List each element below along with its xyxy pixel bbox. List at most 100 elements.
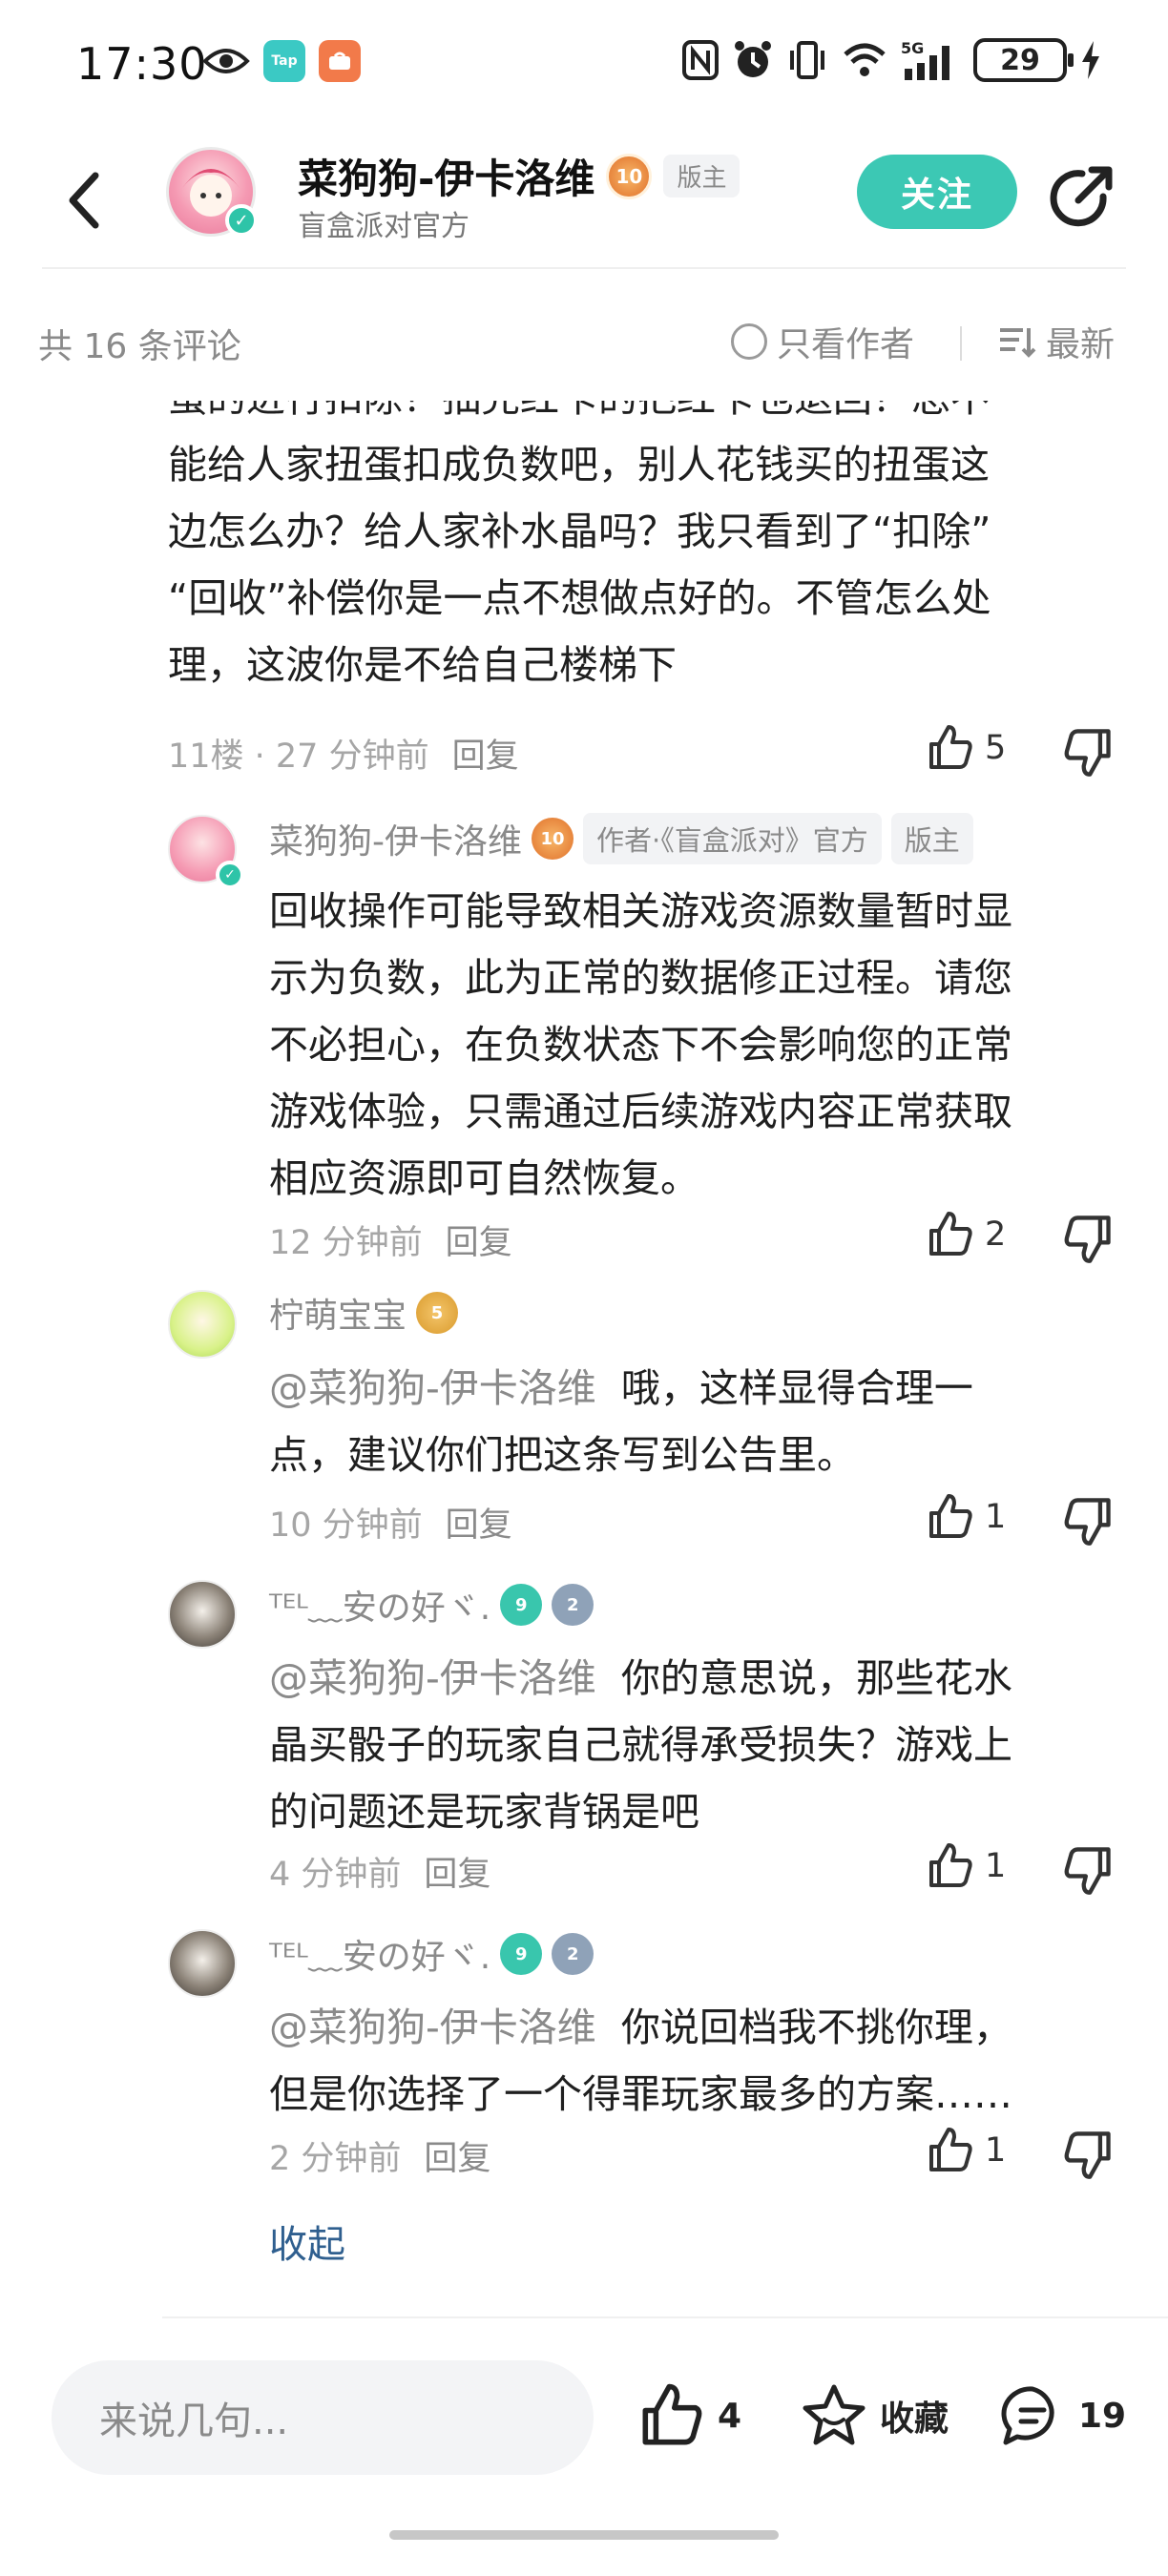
share-icon [1050, 166, 1113, 227]
post-like-button[interactable]: 4 [637, 2381, 741, 2450]
comment-line: “回收”补偿你是一点不想做点好的。不管怎么处 [168, 575, 991, 621]
reply-author-name[interactable]: ᵀᴱᴸ﹏安の好ヾ. [269, 1580, 490, 1630]
reply-line: 但是你选择了一个得罪玩家最多的方案…… [269, 2071, 1012, 2117]
reply-line: 点，建议你们把这条写到公告里。 [269, 1432, 856, 1478]
battery-indicator: 29 [973, 38, 1074, 82]
reply-text: 回收操作可能导致相关游戏资源数量暂时显 示为负数，此为正常的数据修正过程。请您 … [269, 878, 1118, 1212]
reply-avatar[interactable] [168, 1929, 237, 1998]
thumbs-up-icon [929, 1843, 972, 1887]
reply-meta: 12 分钟前 回复 [269, 1215, 512, 1264]
dislike-button[interactable] [1061, 1494, 1115, 1548]
like-count: 1 [985, 1498, 1007, 1536]
reply-meta: 4 分钟前 回复 [269, 1847, 490, 1896]
comment-line: 理，这波你是不给自己楼梯下 [168, 642, 677, 688]
reply-line: 相应资源即可自然恢复。 [269, 1155, 699, 1201]
reply-avatar[interactable] [168, 1290, 237, 1359]
dislike-button[interactable] [1061, 1212, 1115, 1265]
author-name[interactable]: 菜狗狗-伊卡洛维 [298, 147, 594, 205]
star-icon [803, 2384, 866, 2445]
reply-button[interactable]: 回复 [446, 1215, 512, 1264]
reply-header: 菜狗狗-伊卡洛维 10 作者·《盲盒派对》官方 版主 [269, 813, 973, 864]
status-time: 17:30 [76, 38, 208, 90]
reply-button[interactable]: 回复 [424, 1847, 490, 1896]
back-button[interactable] [55, 162, 113, 239]
dislike-button[interactable] [1061, 2128, 1115, 2181]
bottom-divider [162, 2316, 1168, 2318]
alarm-icon [735, 41, 771, 77]
reply-line: 晶买骰子的玩家自己就得承受损失？游戏上 [269, 1722, 1012, 1768]
level-badge: 5 [416, 1292, 459, 1334]
secondary-level-badge: 2 [552, 1584, 594, 1626]
follow-button[interactable]: 关注 [857, 155, 1017, 229]
like-button[interactable]: 1 [926, 1841, 1006, 1891]
reply-button[interactable]: 回复 [446, 1498, 512, 1547]
mention-link[interactable]: @菜狗狗-伊卡洛维 [269, 1365, 596, 1411]
comment-input[interactable]: 来说几句... [52, 2360, 594, 2475]
header-divider [42, 267, 1126, 269]
eye-icon [202, 49, 250, 73]
reply-author-name[interactable]: 菜狗狗-伊卡洛维 [269, 814, 522, 863]
shopping-app-icon [319, 40, 361, 82]
reply-header: ᵀᴱᴸ﹏安の好ヾ. 9 2 [269, 1580, 594, 1630]
comment-line: 蛋的进行扣除？抽完红卡的把红卡也退回？总不 [168, 401, 1113, 431]
reply-line: 你的意思说，那些花水 [620, 1655, 1012, 1701]
reply-line: 哦，这样显得合理一 [620, 1365, 973, 1411]
dislike-button[interactable] [1061, 1843, 1115, 1897]
like-button[interactable]: 2 [926, 1210, 1006, 1259]
sort-button[interactable]: 最新 [998, 317, 1115, 366]
share-button[interactable] [1050, 160, 1118, 229]
reply-avatar[interactable] [168, 1580, 237, 1649]
dislike-button[interactable] [1061, 725, 1115, 779]
reply-time: 12 分钟前 [269, 1224, 423, 1262]
role-tag: 版主 [663, 155, 740, 197]
like-button[interactable]: 5 [926, 723, 1006, 773]
reply-author-name[interactable]: 柠萌宝宝 [269, 1288, 407, 1338]
like-count: 5 [985, 729, 1007, 767]
thumbs-up-icon [929, 725, 972, 769]
reply-line: 不必担心，在负数状态下不会影响您的正常 [269, 1022, 1012, 1068]
mention-link[interactable]: @菜狗狗-伊卡洛维 [269, 1655, 596, 1701]
post-header: ✓ 菜狗狗-伊卡洛维 10 版主 盲盒派对官方 关注 [0, 134, 1168, 267]
bottom-action-bar: 来说几句... 4 收藏 19 [0, 2328, 1168, 2519]
collapse-replies-link[interactable]: 收起 [269, 2213, 345, 2269]
like-count: 1 [985, 1847, 1007, 1885]
favorite-label: 收藏 [880, 2399, 949, 2439]
sort-icon [1000, 328, 1036, 358]
role-tag: 版主 [890, 813, 973, 864]
status-bar: 17:30 Tap 5G 29 [0, 0, 1168, 134]
filter-divider [960, 326, 962, 361]
comment-count: 19 [1078, 2396, 1127, 2436]
reply-meta: 2 分钟前 回复 [269, 2131, 490, 2180]
like-button[interactable]: 1 [926, 1492, 1006, 1542]
reply-text: @菜狗狗-伊卡洛维 你说回档我不挑你理， 但是你选择了一个得罪玩家最多的方案…… [269, 1994, 1118, 2128]
comment-line: 边怎么办？给人家补水晶吗？我只看到了“扣除” [168, 509, 991, 554]
comments-button[interactable]: 19 [998, 2381, 1126, 2450]
reply-time: 2 分钟前 [269, 2140, 402, 2178]
wifi-icon [844, 43, 886, 76]
mention-link[interactable]: @菜狗狗-伊卡洛维 [269, 2005, 596, 2050]
post-like-count: 4 [718, 2396, 742, 2436]
main-comment-text: 蛋的进行扣除？抽完红卡的把红卡也退回？总不 能给人家扭蛋扣成负数吧，别人花钱买的… [168, 401, 1113, 698]
level-badge: 10 [606, 153, 653, 199]
verified-icon: ✓ [225, 204, 258, 237]
like-button[interactable]: 1 [926, 2126, 1006, 2175]
status-right-icons: 5G 29 [681, 38, 1101, 82]
level-badge: 9 [500, 1584, 543, 1626]
radio-icon [731, 323, 767, 360]
home-indicator[interactable] [389, 2530, 779, 2540]
thumbs-down-icon [1064, 729, 1111, 777]
reply-button[interactable]: 回复 [424, 2131, 490, 2180]
thumbs-up-icon [929, 2128, 972, 2171]
back-arrow-icon [69, 172, 99, 229]
reply-author-name[interactable]: ᵀᴱᴸ﹏安の好ヾ. [269, 1929, 490, 1979]
sort-label: 最新 [1046, 325, 1116, 364]
level-badge: 9 [500, 1933, 543, 1975]
author-only-toggle[interactable]: 只看作者 [731, 317, 914, 366]
reply-line: 回收操作可能导致相关游戏资源数量暂时显 [269, 888, 1012, 934]
reply-button[interactable]: 回复 [452, 729, 519, 778]
thumbs-up-icon [929, 1212, 972, 1256]
favorite-button[interactable]: 收藏 [800, 2381, 949, 2450]
reply-time: 10 分钟前 [269, 1506, 423, 1545]
svg-text:5G: 5G [901, 39, 924, 57]
secondary-level-badge: 2 [552, 1933, 594, 1975]
